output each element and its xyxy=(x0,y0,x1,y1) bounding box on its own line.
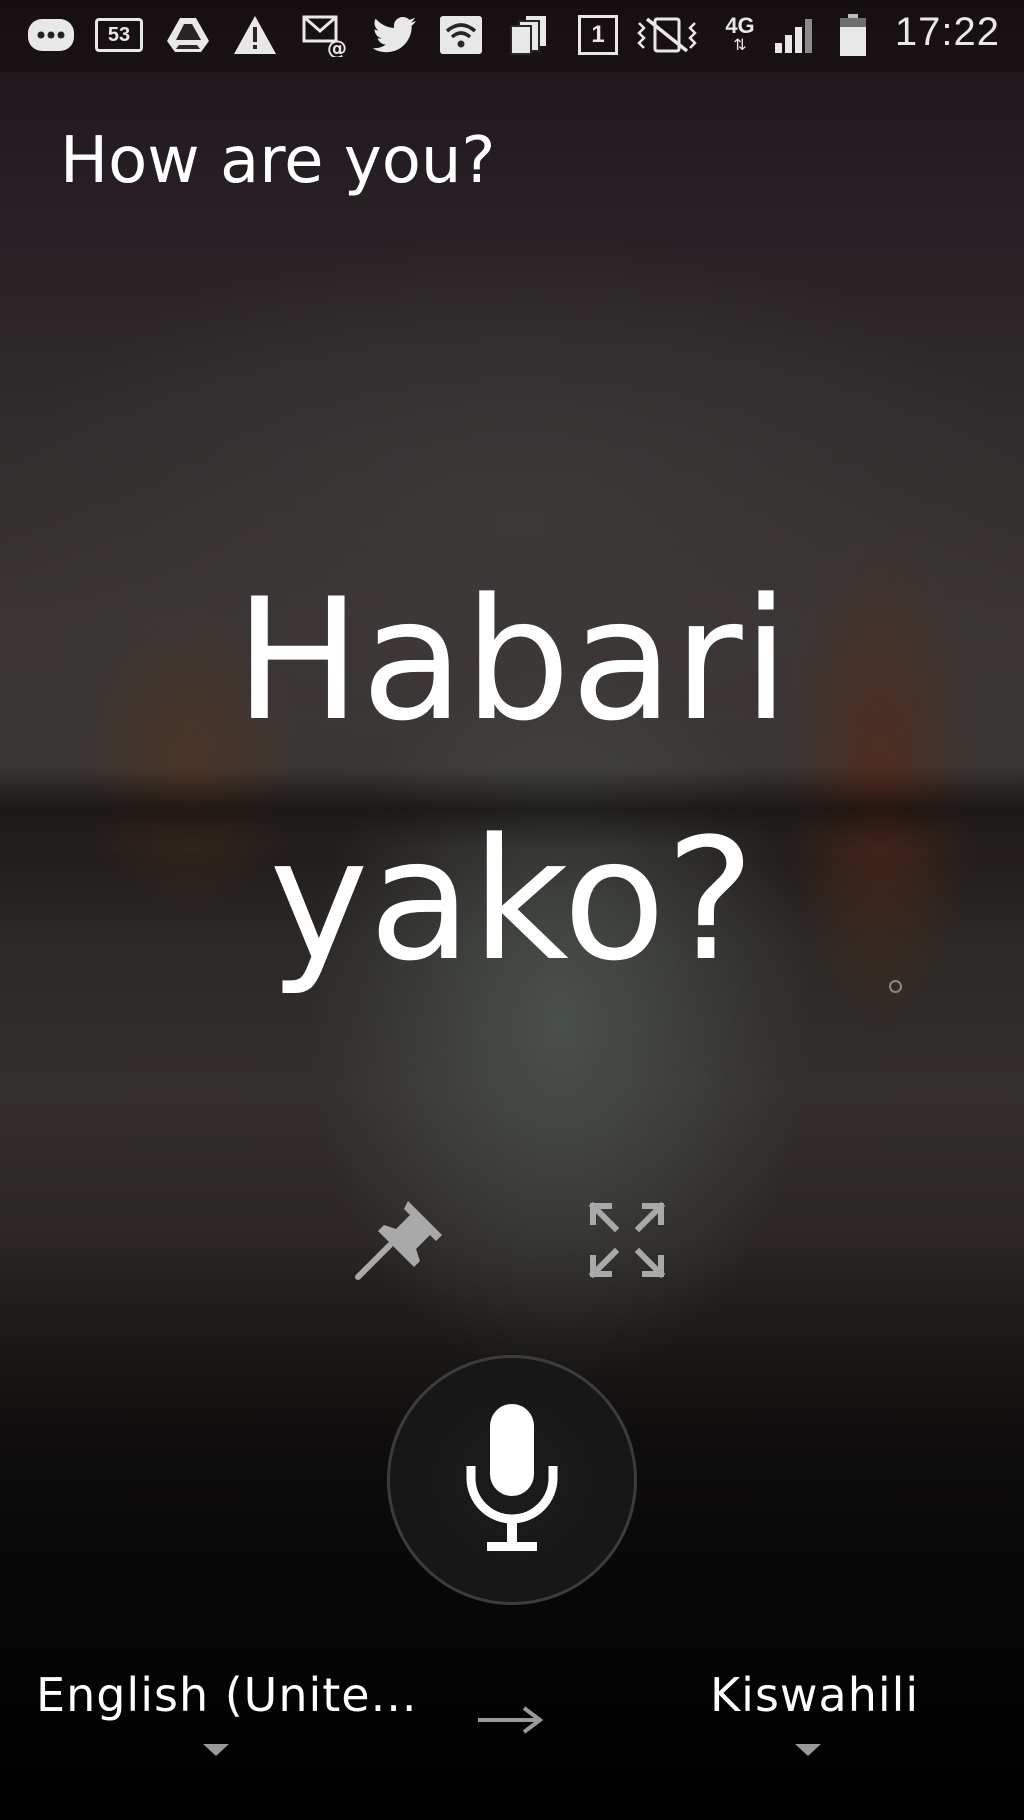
source-language-selector[interactable]: English (Unite... xyxy=(36,1668,417,1722)
vibrate-mute-icon xyxy=(634,12,700,58)
more-icon xyxy=(26,12,76,58)
data-arrows-icon: ⇅ xyxy=(733,37,747,54)
fullscreen-icon xyxy=(588,1201,666,1279)
battery-icon xyxy=(836,12,870,58)
pin-icon xyxy=(355,1201,442,1280)
sim-icon: 1 xyxy=(576,12,620,58)
stack-icon xyxy=(506,12,552,58)
drive-icon xyxy=(165,12,211,58)
arrow-right-icon[interactable] xyxy=(476,1700,546,1740)
target-language-selector[interactable]: Kiswahili xyxy=(710,1668,919,1722)
fullscreen-button[interactable] xyxy=(587,1200,667,1280)
source-language-dropdown-icon[interactable] xyxy=(203,1744,229,1756)
target-language-dropdown-icon[interactable] xyxy=(795,1744,821,1756)
svg-text:@: @ xyxy=(327,36,347,57)
network-type-label: 4G xyxy=(725,13,755,38)
clock: 17:22 xyxy=(894,10,1000,54)
status-bar: 53 @ 1 4G ⇅ 17:22 xyxy=(0,0,1024,72)
wifi-icon xyxy=(438,12,484,58)
email-icon: @ xyxy=(300,12,350,58)
indicator-dot xyxy=(889,980,902,993)
message-count-icon: 53 xyxy=(94,12,144,58)
translated-text[interactable]: Habari yako? xyxy=(0,540,1024,1020)
translated-text-line-1: Habari xyxy=(234,562,790,758)
microphone-button[interactable] xyxy=(387,1355,637,1605)
translated-text-line-2: yako? xyxy=(269,802,755,998)
source-text[interactable]: How are you? xyxy=(60,124,495,198)
notification-count: 53 xyxy=(95,18,143,52)
translator-screen: 53 @ 1 4G ⇅ 17:22 How are you? Habari ya… xyxy=(0,0,1024,1820)
twitter-icon xyxy=(372,12,418,58)
microphone-icon xyxy=(466,1404,558,1551)
signal-icon xyxy=(772,12,820,58)
warning-icon xyxy=(232,12,278,58)
network-4g-icon: 4G ⇅ xyxy=(718,12,762,58)
sim-slot-label: 1 xyxy=(578,15,618,55)
pin-button[interactable] xyxy=(350,1195,450,1285)
